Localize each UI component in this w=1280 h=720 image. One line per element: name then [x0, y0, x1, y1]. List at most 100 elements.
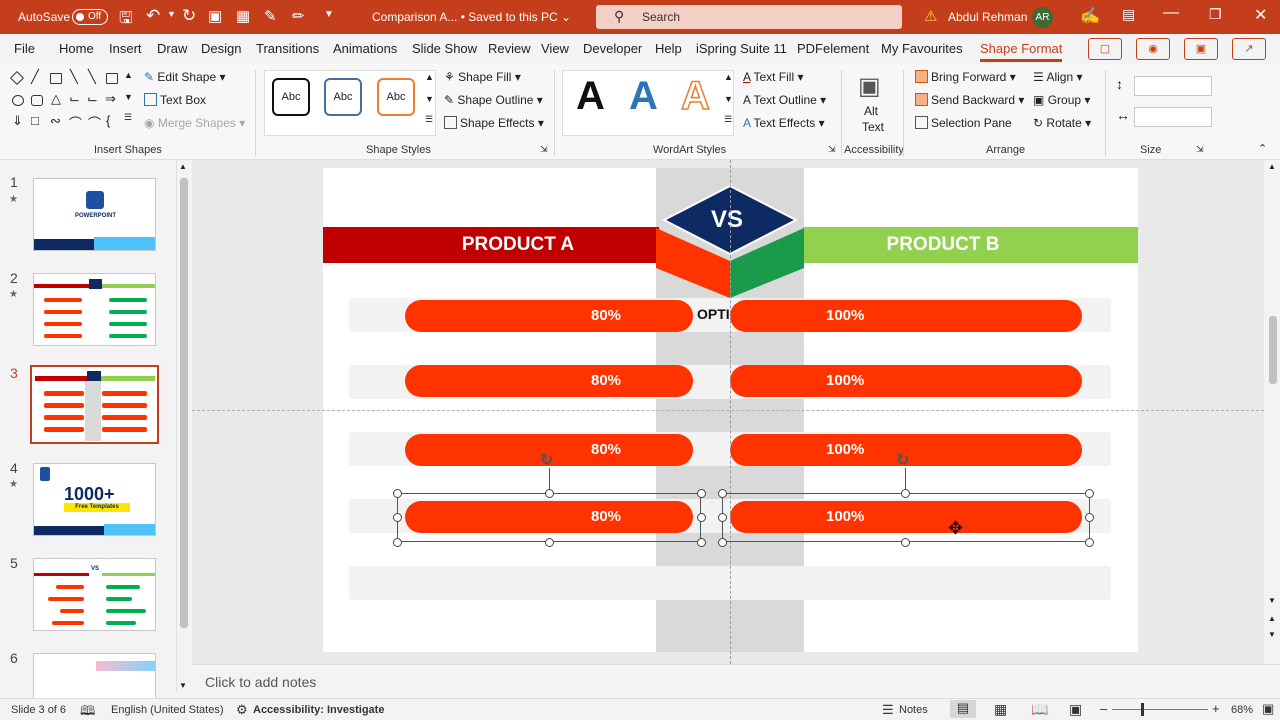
product-a-header[interactable]: PRODUCT A [323, 227, 659, 263]
share-presentation-button[interactable]: ▣ [1184, 38, 1218, 60]
triangle-shape-icon[interactable]: △ [51, 91, 61, 107]
slide-sorter-icon[interactable]: ▦ [994, 701, 1007, 718]
scroll-up-icon[interactable]: ▲ [1268, 162, 1276, 171]
notes-pane[interactable]: Click to add notes [192, 664, 1280, 698]
rotate-button[interactable]: ↻ Rotate ▾ [1033, 116, 1091, 130]
text-fill-button[interactable]: A Text Fill ▾ [743, 70, 804, 84]
freeform-shape-icon[interactable]: ∾ [50, 113, 61, 129]
line-shape-icon[interactable]: ╲ [70, 69, 78, 85]
wordart-black[interactable]: A [576, 74, 605, 119]
resize-handle[interactable] [393, 489, 402, 498]
tab-home[interactable]: Home [59, 41, 94, 56]
diamond-shape-icon[interactable] [9, 70, 25, 86]
tab-developer[interactable]: Developer [583, 41, 642, 56]
slide-thumbnail-6[interactable] [33, 653, 156, 698]
text-box-button[interactable]: Text Box [144, 93, 206, 107]
gallery-down-icon[interactable]: ▼ [124, 92, 133, 102]
brace-shape-icon[interactable]: { [106, 113, 110, 128]
minimize-icon[interactable]: — [1163, 4, 1179, 22]
search-box[interactable]: ⚲ Search [596, 5, 902, 29]
arc-shape-icon[interactable]: ⌒ [88, 113, 101, 132]
shape-style-black[interactable]: Abc [272, 78, 310, 116]
scroll-down-icon[interactable]: ▼ [179, 681, 187, 690]
line-shape-icon[interactable]: ╲ [88, 69, 96, 85]
record-button[interactable]: ◉ [1136, 38, 1170, 60]
resize-handle[interactable] [697, 489, 706, 498]
resize-handle[interactable] [545, 489, 554, 498]
group-button[interactable]: ▣ Group ▾ [1033, 93, 1090, 107]
zoom-slider[interactable] [1112, 709, 1208, 710]
resize-handle[interactable] [697, 513, 706, 522]
normal-view-icon[interactable]: ▤ [950, 700, 976, 718]
restore-icon[interactable]: ❐ [1209, 6, 1222, 23]
ribbon-display-icon[interactable]: ▤ [1122, 6, 1135, 23]
scroll-up-icon[interactable]: ▲ [179, 162, 187, 171]
resize-handle[interactable] [697, 538, 706, 547]
warning-icon[interactable]: ⚠ [924, 7, 937, 25]
edit-shape-button[interactable]: ✎ Edit Shape ▾ [144, 70, 225, 84]
curve-shape-icon[interactable]: ⌒ [69, 113, 82, 132]
tab-shape-format[interactable]: Shape Format [980, 41, 1063, 62]
user-name[interactable]: Abdul Rehman [948, 10, 1027, 24]
tab-insert[interactable]: Insert [109, 41, 142, 56]
slide-thumbnail-3[interactable] [30, 365, 159, 444]
bring-forward-button[interactable]: Bring Forward ▾ [915, 70, 1016, 84]
tab-ispring[interactable]: iSpring Suite 11 [696, 41, 787, 56]
size-launcher-icon[interactable]: ⇲ [1196, 144, 1204, 155]
slide-thumbnail-2[interactable] [33, 273, 156, 346]
shape-effects-button[interactable]: Shape Effects ▾ [444, 116, 544, 130]
customize-qat-icon[interactable]: ▼ [324, 9, 334, 20]
thumbnail-scrollbar[interactable]: ▲ ▼ [176, 160, 190, 692]
notes-icon[interactable]: ☰ [882, 702, 894, 718]
notes-placeholder[interactable]: Click to add notes [205, 674, 316, 690]
redo-icon[interactable]: ↻ [182, 6, 196, 26]
product-a-bar[interactable]: 80% [405, 365, 693, 397]
notes-toggle[interactable]: Notes [899, 704, 928, 716]
tab-transitions[interactable]: Transitions [256, 41, 319, 56]
shape-outline-button[interactable]: ✎ Shape Outline ▾ [444, 93, 543, 107]
slide-editor[interactable]: PRODUCT A PRODUCT B VS OPTI 80% 100% 80%… [192, 160, 1264, 664]
accessibility-status[interactable]: Accessibility: Investigate [253, 704, 384, 716]
wordart-blue[interactable]: A [629, 74, 658, 119]
tab-slide-show[interactable]: Slide Show [412, 41, 477, 56]
rotate-handle-icon[interactable]: ↻ [540, 450, 553, 470]
resize-handle[interactable] [393, 538, 402, 547]
collapse-ribbon-icon[interactable]: ⌃ [1258, 142, 1267, 155]
shape-styles-launcher-icon[interactable]: ⇲ [540, 144, 548, 155]
alt-text-icon[interactable]: ▣ [858, 72, 881, 101]
present-icon[interactable]: ▣ [208, 7, 222, 25]
tab-my-favourites[interactable]: My Favourites [881, 41, 963, 56]
connector-shape-icon[interactable]: ⌙ [69, 91, 80, 107]
shape-style-blue[interactable]: Abc [324, 78, 362, 116]
gallery-up-icon[interactable]: ▲ [124, 70, 133, 80]
width-input[interactable] [1134, 107, 1212, 127]
save-icon[interactable]: 🖫 [119, 7, 133, 34]
editor-scrollbar[interactable]: ▲ ▼ ▲ ▼ [1266, 160, 1280, 664]
product-a-bar[interactable]: 80% [405, 300, 693, 332]
product-b-header[interactable]: PRODUCT B [803, 227, 1138, 263]
tab-design[interactable]: Design [201, 41, 241, 56]
share-button[interactable]: ↗ [1232, 38, 1266, 60]
spellcheck-icon[interactable]: ✎ [264, 7, 277, 25]
selection-pane-button[interactable]: Selection Pane [915, 116, 1012, 130]
accessibility-icon[interactable]: ⚙ [236, 702, 248, 718]
resize-handle[interactable] [718, 513, 727, 522]
scroll-thumb[interactable] [1269, 316, 1277, 384]
rounded-rect-shape-icon[interactable] [31, 95, 43, 106]
resize-handle[interactable] [1085, 538, 1094, 547]
undo-dropdown-icon[interactable]: ▼ [167, 9, 176, 19]
alt-text-label-2[interactable]: Text [862, 120, 884, 134]
tab-review[interactable]: Review [488, 41, 531, 56]
oval-shape-icon[interactable] [12, 95, 24, 106]
resize-handle[interactable] [901, 538, 910, 547]
tab-help[interactable]: Help [655, 41, 682, 56]
tab-pdfelement[interactable]: PDFelement [797, 41, 869, 56]
resize-handle[interactable] [901, 489, 910, 498]
resize-handle[interactable] [1085, 513, 1094, 522]
zoom-in-icon[interactable]: + [1212, 701, 1220, 716]
callout-shape-icon[interactable]: □ [31, 113, 39, 128]
autosave-toggle[interactable]: Off [72, 9, 108, 25]
spelling-icon[interactable]: 🕮 [80, 702, 95, 720]
resize-handle[interactable] [545, 538, 554, 547]
pen-icon[interactable]: ✍ [1080, 6, 1100, 26]
